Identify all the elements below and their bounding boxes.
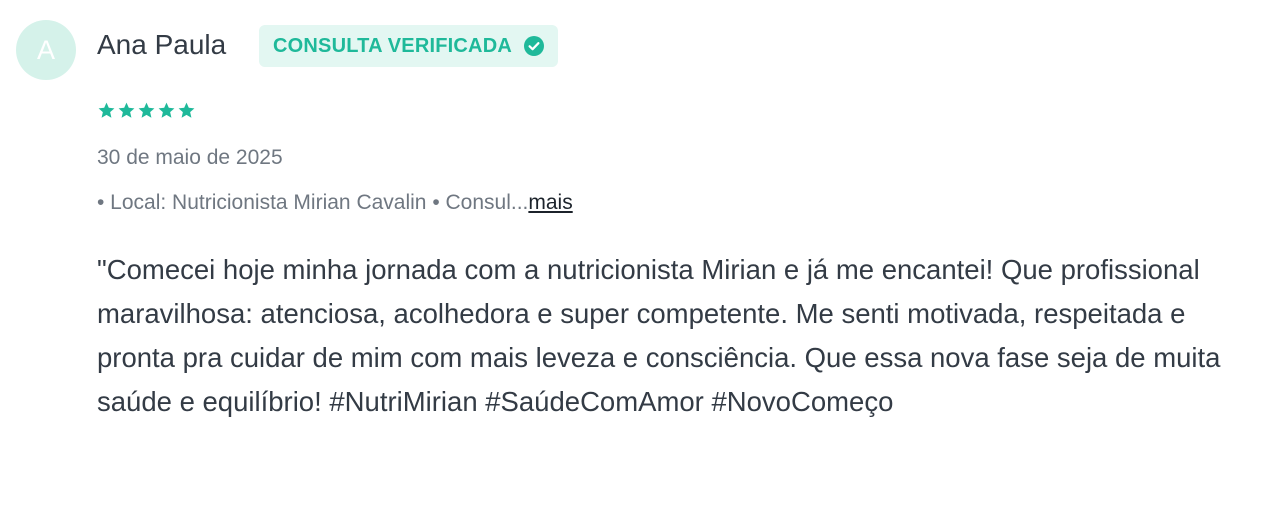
review-text: "Comecei hoje minha jornada com a nutric… — [97, 254, 1221, 417]
star-rating — [97, 101, 196, 120]
star-icon — [138, 102, 155, 118]
review-card: A Ana Paula CONSULTA VERIFICADA 30 de ma… — [0, 0, 1278, 514]
avatar: A — [16, 20, 76, 80]
star-icon — [158, 102, 175, 118]
author-name: Ana Paula — [97, 29, 227, 60]
star-icon — [98, 102, 115, 118]
verified-badge: CONSULTA VERIFICADA — [259, 25, 558, 67]
verified-badge-label: CONSULTA VERIFICADA — [273, 34, 512, 57]
more-link[interactable]: mais — [528, 191, 572, 214]
star-icon — [118, 102, 135, 118]
star-icon — [178, 102, 195, 118]
review-meta-text: • Local: Nutricionista Mirian Cavalin • … — [97, 191, 529, 214]
review-meta: • Local: Nutricionista Mirian Cavalin • … — [97, 188, 573, 218]
check-circle-icon — [523, 36, 544, 56]
review-date: 30 de maio de 2025 — [97, 146, 283, 169]
